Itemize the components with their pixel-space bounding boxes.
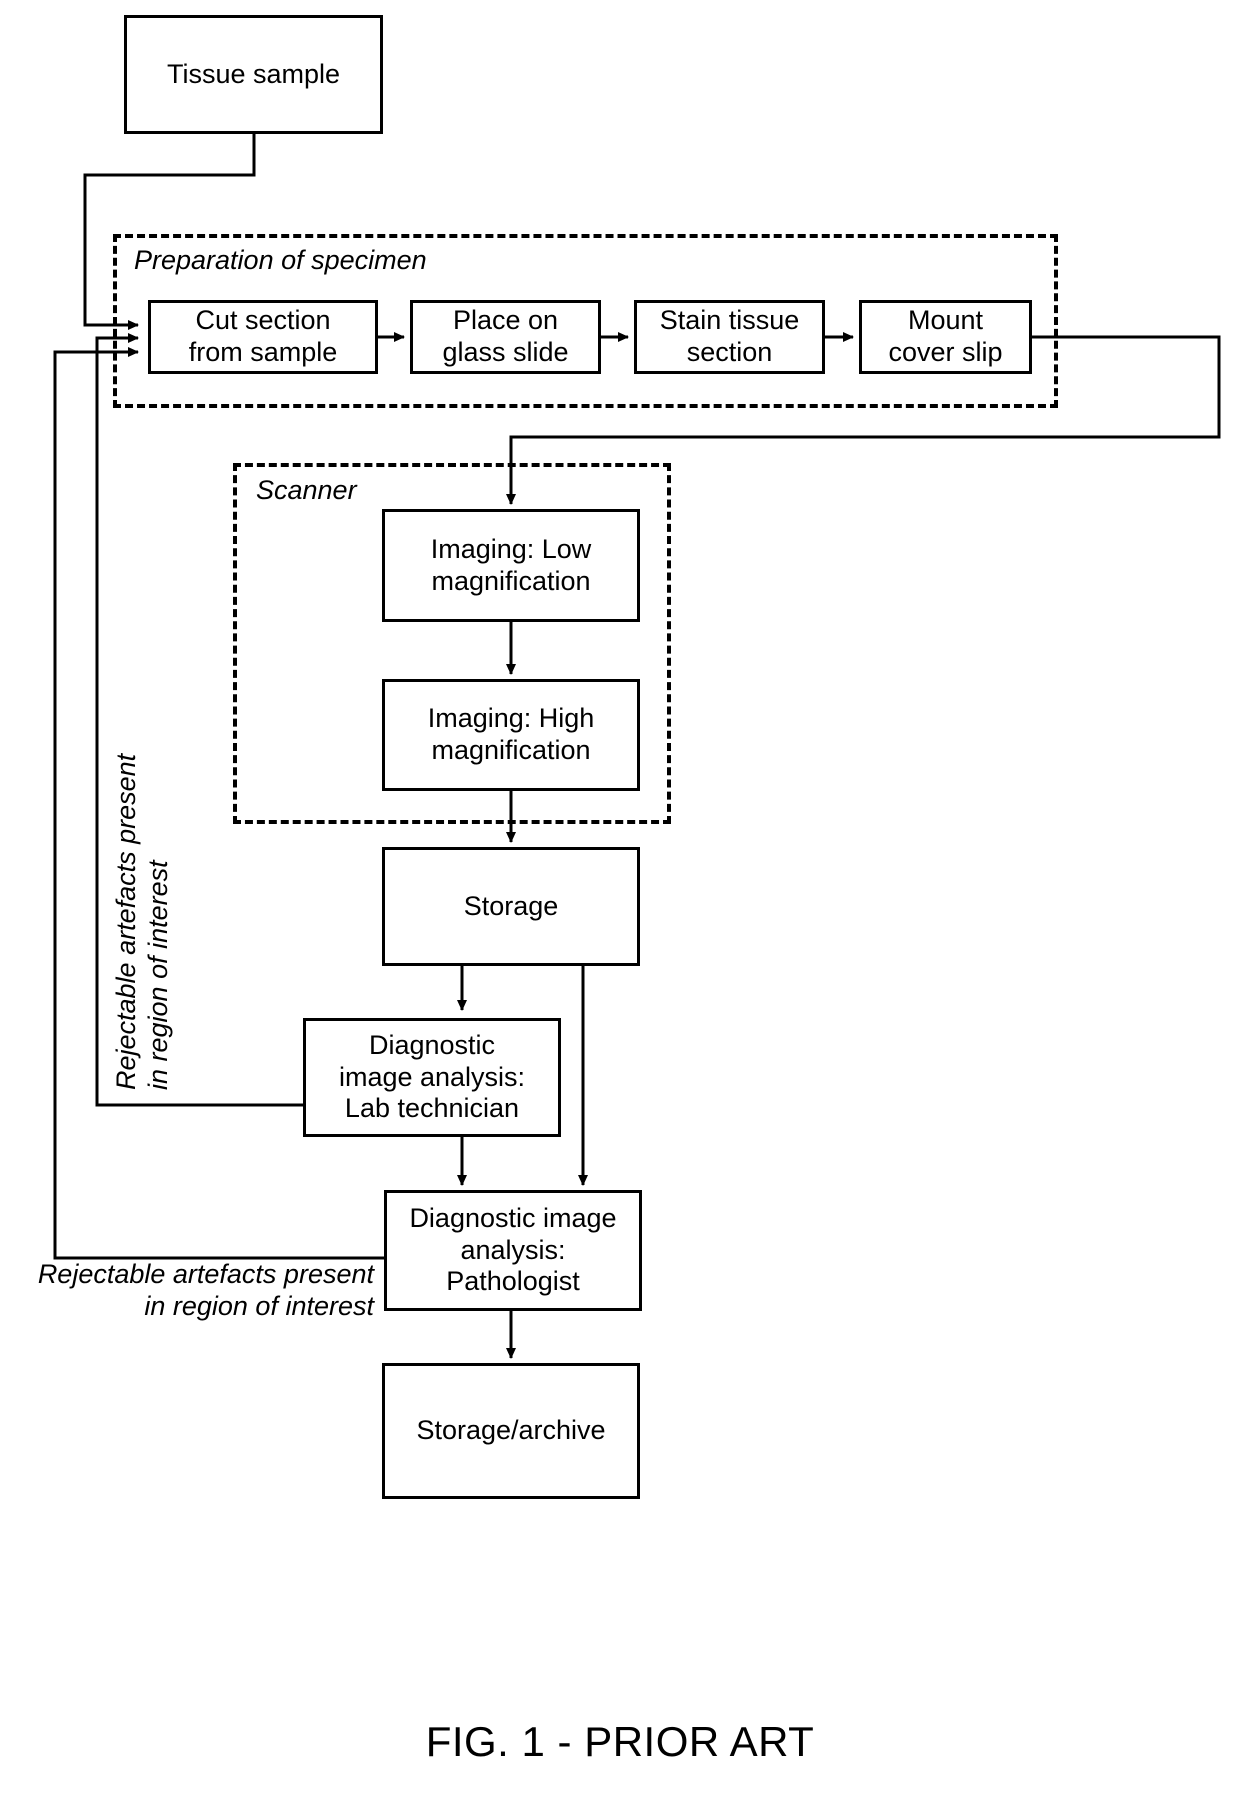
group-label-preparation-of-specimen: Preparation of specimen <box>134 245 427 275</box>
node-storage[interactable]: Storage <box>382 847 640 966</box>
edge-label-feedback-pathologist: Rejectable artefacts present in region o… <box>37 1259 374 1322</box>
node-mount-cover-slip[interactable]: Mount cover slip <box>859 300 1032 374</box>
node-diagnostic-image-analysis-pathologist[interactable]: Diagnostic image analysis: Pathologist <box>384 1190 642 1311</box>
node-imaging-low-magnification[interactable]: Imaging: Low magnification <box>382 509 640 622</box>
figure-caption: FIG. 1 - PRIOR ART <box>425 1718 815 1765</box>
node-cut-section-from-sample[interactable]: Cut section from sample <box>148 300 378 374</box>
node-storage-archive[interactable]: Storage/archive <box>382 1363 640 1499</box>
node-place-on-glass-slide[interactable]: Place on glass slide <box>410 300 601 374</box>
figure-canvas: Preparation of specimen Scanner Tissue s… <box>0 0 1240 1793</box>
node-stain-tissue-section[interactable]: Stain tissue section <box>634 300 825 374</box>
group-label-scanner: Scanner <box>256 475 357 505</box>
node-tissue-sample[interactable]: Tissue sample <box>124 15 383 134</box>
node-diagnostic-image-analysis-lab-technician[interactable]: Diagnostic image analysis: Lab technicia… <box>303 1018 561 1137</box>
edge-label-feedback-lab-technician: Rejectable artefacts present in region o… <box>111 753 174 1090</box>
node-imaging-high-magnification[interactable]: Imaging: High magnification <box>382 679 640 791</box>
